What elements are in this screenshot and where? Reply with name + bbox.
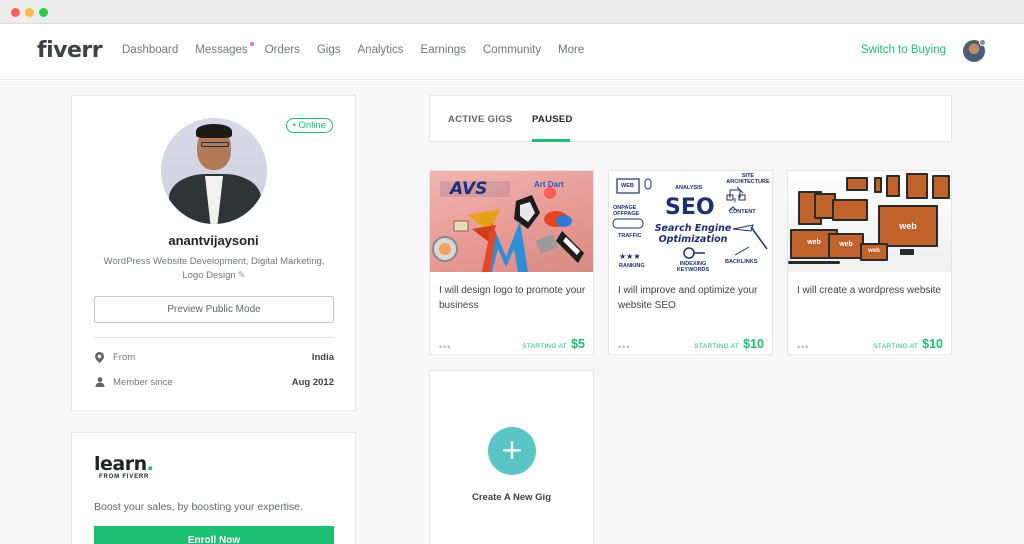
tab-selected-indicator <box>532 139 570 142</box>
gig-price-value: $10 <box>743 337 764 351</box>
gig-thumbnail[interactable]: web web web web <box>788 171 951 272</box>
gig-thumbnail-tag: Art Dart <box>534 180 564 189</box>
pencil-icon[interactable]: ✎ <box>238 270 246 281</box>
status-indicator <box>979 39 986 46</box>
device-screen: web <box>828 233 864 259</box>
profile-tagline: WordPress Website Development, Digital M… <box>94 255 334 283</box>
create-new-gig-label[interactable]: Create A New Gig <box>430 492 593 503</box>
nav-gigs[interactable]: Gigs <box>317 44 341 56</box>
device-screen <box>886 175 900 197</box>
learn-logo: learn. <box>94 453 154 475</box>
tab-paused[interactable]: PAUSED <box>532 114 573 125</box>
close-window-button[interactable] <box>11 8 20 17</box>
profile-tagline-text: WordPress Website Development, Digital M… <box>103 256 325 281</box>
online-status-badge: • Online <box>285 118 333 133</box>
fiverr-logo[interactable]: fiverr <box>37 38 103 63</box>
profile-username: anantvijaysoni <box>168 233 259 248</box>
gig-card-wordpress[interactable]: web web web web I will create a wordpres… <box>787 170 952 355</box>
main-nav: Dashboard Messages Orders Gigs Analytics… <box>122 42 601 56</box>
nav-earnings[interactable]: Earnings <box>421 44 466 56</box>
seo-word-traffic: TRAFFIC <box>618 233 642 239</box>
gig-tabs: ACTIVE GIGS PAUSED <box>429 95 952 142</box>
gig-title[interactable]: I will improve and optimize your website… <box>618 283 766 313</box>
gig-thumbnail[interactable]: AVS Art Dart <box>430 171 593 272</box>
nav-more[interactable]: More <box>558 44 584 56</box>
nav-messages-label: Messages <box>195 44 248 56</box>
gig-thumbnail-brand: AVS <box>450 179 488 199</box>
screen-web-label: web <box>899 221 917 231</box>
profile-avatar[interactable] <box>161 118 267 224</box>
nav-orders[interactable]: Orders <box>265 44 300 56</box>
seo-word-web: WEB <box>621 183 634 189</box>
seo-word-analysis: ANALYSIS <box>675 185 703 191</box>
nav-analytics[interactable]: Analytics <box>358 44 404 56</box>
gig-title[interactable]: I will design logo to promote your busin… <box>439 283 587 313</box>
more-dots-icon[interactable]: ••• <box>797 343 809 352</box>
maximize-window-button[interactable] <box>39 8 48 17</box>
gig-price: STARTING AT $10 <box>694 337 764 351</box>
profile-card: • Online anantvijaysoni WordPress Websit… <box>71 95 356 411</box>
minimize-window-button[interactable] <box>25 8 34 17</box>
gig-price-label: STARTING AT <box>873 343 919 350</box>
user-icon <box>95 377 105 389</box>
seo-word-site: SITE ARCHITECTURE <box>726 173 770 185</box>
more-dots-icon[interactable]: ••• <box>618 343 630 352</box>
gig-price-label: STARTING AT <box>694 343 740 350</box>
device-screen <box>846 177 868 191</box>
nav-dashboard[interactable]: Dashboard <box>122 44 178 56</box>
location-pin-icon <box>95 352 105 364</box>
device-screen: web <box>878 205 938 247</box>
gig-thumbnail-heading: SEO <box>665 195 715 220</box>
seo-word-ranking: RANKING <box>619 263 645 269</box>
member-since-label: Member since <box>113 377 173 388</box>
divider <box>94 337 334 338</box>
tab-active-gigs[interactable]: ACTIVE GIGS <box>448 114 513 125</box>
seo-word-backlinks: BACKLINKS <box>725 259 758 265</box>
gig-thumbnail-subheading: Search Engine Optimization <box>654 223 732 245</box>
seo-word-onpage: ONPAGE OFFPAGE <box>613 205 640 217</box>
create-new-gig-card[interactable]: + Create A New Gig <box>429 370 594 544</box>
gig-price-label: STARTING AT <box>522 343 568 350</box>
more-dots-icon[interactable]: ••• <box>439 343 451 352</box>
user-avatar[interactable] <box>963 39 986 62</box>
svg-text:★★★: ★★★ <box>619 252 641 261</box>
learn-description: Boost your sales, by boosting your exper… <box>94 501 303 513</box>
device-screen <box>906 173 928 199</box>
main-content: • Online anantvijaysoni WordPress Websit… <box>0 81 1024 544</box>
member-since-value: Aug 2012 <box>291 377 334 388</box>
device-screen <box>832 199 868 221</box>
screen-web-label: web <box>839 241 853 248</box>
seo-word-indexing: INDEXING KEYWORDS <box>676 261 710 272</box>
learn-subtitle: FROM FIVERR <box>99 474 150 480</box>
gig-price: STARTING AT $10 <box>873 337 943 351</box>
from-value: India <box>311 352 334 363</box>
switch-to-buying-link[interactable]: Switch to Buying <box>861 44 946 56</box>
gig-thumbnail[interactable]: ★★★ WEB ANALYSIS SITE ARCHITECTURE ONPAG… <box>609 171 772 272</box>
gig-price: STARTING AT $5 <box>522 337 585 351</box>
unread-indicator <box>249 42 254 46</box>
plus-icon[interactable]: + <box>488 427 536 475</box>
gig-price-value: $10 <box>922 337 943 351</box>
nav-messages[interactable]: Messages <box>195 42 254 56</box>
learn-promo-card: learn. FROM FIVERR Boost your sales, by … <box>71 432 356 544</box>
device-screen: web <box>860 243 888 261</box>
enroll-now-button[interactable]: Enroll Now <box>94 526 334 544</box>
gig-card-seo[interactable]: ★★★ WEB ANALYSIS SITE ARCHITECTURE ONPAG… <box>608 170 773 355</box>
learn-logo-dot: . <box>146 453 154 475</box>
nav-community[interactable]: Community <box>483 44 541 56</box>
gig-price-value: $5 <box>571 337 585 351</box>
gig-card-logo[interactable]: AVS Art Dart I will design logo to promo… <box>429 170 594 355</box>
learn-logo-text: learn <box>94 453 147 475</box>
seo-word-content: CONTENT <box>729 209 756 215</box>
member-since-row: Member since Aug 2012 <box>94 377 334 391</box>
device-screen <box>874 177 882 193</box>
gig-title[interactable]: I will create a wordpress website <box>797 283 945 298</box>
from-row: From India <box>94 352 334 366</box>
screen-web-label: web <box>868 248 880 254</box>
preview-public-mode-button[interactable]: Preview Public Mode <box>94 296 334 323</box>
window-titlebar <box>0 0 1024 24</box>
from-label: From <box>113 352 136 363</box>
device-screen <box>932 175 950 199</box>
top-header: fiverr Dashboard Messages Orders Gigs An… <box>0 24 1024 80</box>
